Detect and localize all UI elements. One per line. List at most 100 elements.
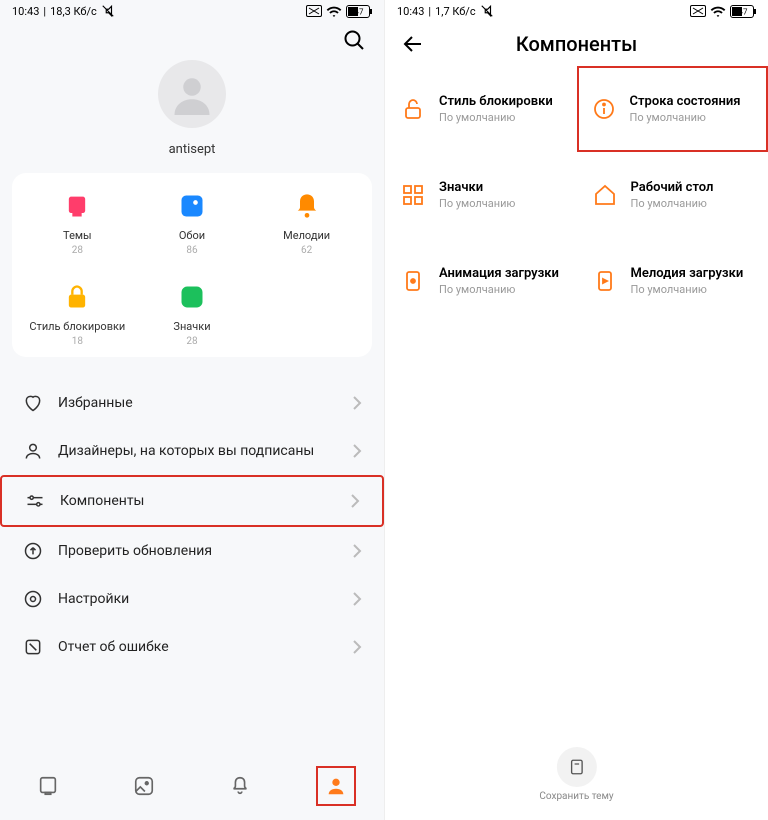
chevron-right-icon xyxy=(350,494,360,508)
menu-item-sliders[interactable]: Компоненты xyxy=(0,475,384,527)
asset-count: 28 xyxy=(72,245,83,256)
components-grid: Стиль блокировки По умолчанию Строка сос… xyxy=(385,66,768,324)
asset-label: Темы xyxy=(63,229,92,242)
profile-section: antisept xyxy=(0,52,384,173)
assets-card: Темы 28 Обои 86 Мелодии 62 Стиль блокиро… xyxy=(12,173,372,357)
save-theme-button[interactable]: Сохранить тему xyxy=(539,747,613,802)
themes-icon xyxy=(62,191,92,221)
component-item-bootsound[interactable]: Мелодия загрузки По умолчанию xyxy=(577,238,768,324)
component-label: Стиль блокировки xyxy=(439,94,553,109)
battery-icon: 47 xyxy=(346,5,372,18)
chevron-right-icon xyxy=(352,640,362,654)
component-item-lock2[interactable]: Стиль блокировки По умолчанию xyxy=(385,66,577,152)
wifi-icon xyxy=(710,5,726,17)
asset-item-themes[interactable]: Темы 28 xyxy=(20,191,135,256)
menu-label: Компоненты xyxy=(60,493,350,509)
asset-label: Значки xyxy=(173,320,210,333)
no-sim-icon xyxy=(690,5,706,17)
status-bar: 10:43 | 18,3 Кб/с 47 xyxy=(0,0,384,22)
component-label: Мелодия загрузки xyxy=(631,266,744,281)
component-item-boot[interactable]: Анимация загрузки По умолчанию xyxy=(385,238,577,324)
lock2-icon xyxy=(399,95,427,123)
report-icon xyxy=(22,637,44,657)
status-speed: 18,3 Кб/с xyxy=(50,5,97,18)
username[interactable]: antisept xyxy=(169,142,216,157)
nav-ringtones[interactable] xyxy=(220,766,260,806)
home-icon xyxy=(591,181,619,209)
person-icon xyxy=(22,441,44,461)
asset-item-icons[interactable]: Значки 28 xyxy=(135,282,250,347)
ringtone-icon xyxy=(292,191,322,221)
update-icon xyxy=(22,541,44,561)
avatar[interactable] xyxy=(158,60,226,128)
component-label: Анимация загрузки xyxy=(439,266,559,281)
nav-wallpaper[interactable] xyxy=(124,766,164,806)
asset-label: Обои xyxy=(179,229,205,242)
chevron-right-icon xyxy=(352,544,362,558)
asset-count: 18 xyxy=(72,336,83,347)
components-screen: 10:43 | 1,7 Кб/с 47 Компоненты Стиль бло… xyxy=(384,0,768,820)
svg-text:47: 47 xyxy=(355,7,364,16)
component-item-home[interactable]: Рабочий стол По умолчанию xyxy=(577,152,768,238)
menu-item-heart[interactable]: Избранные xyxy=(0,379,384,427)
component-label: Рабочий стол xyxy=(631,180,714,195)
info-icon xyxy=(590,95,618,123)
component-sub: По умолчанию xyxy=(631,197,714,210)
lock-icon xyxy=(62,282,92,312)
component-sub: По умолчанию xyxy=(630,111,741,124)
status-time: 10:43 xyxy=(397,5,424,18)
wifi-icon xyxy=(326,5,342,17)
asset-item-wallpaper[interactable]: Обои 86 xyxy=(135,191,250,256)
menu-label: Дизайнеры, на которых вы подписаны xyxy=(58,443,352,459)
nav-themes[interactable] xyxy=(28,766,68,806)
component-sub: По умолчанию xyxy=(631,283,744,296)
grid4-icon xyxy=(399,181,427,209)
save-label: Сохранить тему xyxy=(539,791,613,802)
mute-icon xyxy=(101,4,115,18)
battery-icon: 47 xyxy=(730,5,756,18)
sliders-icon xyxy=(24,491,46,511)
bottom-nav xyxy=(0,762,384,810)
asset-count: 86 xyxy=(186,245,197,256)
asset-item-lock[interactable]: Стиль блокировки 18 xyxy=(20,282,135,347)
profile-screen: 10:43 | 18,3 Кб/с 47 antisept Темы 28 Об… xyxy=(0,0,384,820)
chevron-right-icon xyxy=(352,592,362,606)
menu-item-settings[interactable]: Настройки xyxy=(0,575,384,623)
menu-label: Отчет об ошибке xyxy=(58,639,352,655)
component-label: Строка состояния xyxy=(630,94,741,109)
menu-item-person[interactable]: Дизайнеры, на которых вы подписаны xyxy=(0,427,384,475)
status-time: 10:43 xyxy=(12,5,39,18)
bootsound-icon xyxy=(591,267,619,295)
menu-label: Избранные xyxy=(58,395,352,411)
component-sub: По умолчанию xyxy=(439,283,559,296)
component-item-grid4[interactable]: Значки По умолчанию xyxy=(385,152,577,238)
chevron-right-icon xyxy=(352,396,362,410)
asset-label: Мелодии xyxy=(283,229,330,242)
asset-item-ringtone[interactable]: Мелодии 62 xyxy=(249,191,364,256)
component-sub: По умолчанию xyxy=(439,111,553,124)
search-icon[interactable] xyxy=(342,28,366,52)
component-sub: По умолчанию xyxy=(439,197,515,210)
menu-item-update[interactable]: Проверить обновления xyxy=(0,527,384,575)
menu-label: Проверить обновления xyxy=(58,543,352,559)
status-bar: 10:43 | 1,7 Кб/с 47 xyxy=(385,0,768,22)
header: Компоненты xyxy=(385,22,768,66)
icons-icon xyxy=(177,282,207,312)
component-label: Значки xyxy=(439,180,515,195)
menu-list: Избранные Дизайнеры, на которых вы подпи… xyxy=(0,379,384,671)
asset-count: 28 xyxy=(186,336,197,347)
menu-label: Настройки xyxy=(58,591,352,607)
menu-item-report[interactable]: Отчет об ошибке xyxy=(0,623,384,671)
asset-label: Стиль блокировки xyxy=(29,320,125,333)
back-icon[interactable] xyxy=(401,32,425,56)
nav-profile[interactable] xyxy=(316,766,356,806)
no-sim-icon xyxy=(306,5,322,17)
page-title: Компоненты xyxy=(425,32,728,56)
boot-icon xyxy=(399,267,427,295)
mute-icon xyxy=(480,4,494,18)
heart-icon xyxy=(22,393,44,413)
settings-icon xyxy=(22,589,44,609)
component-item-info[interactable]: Строка состояния По умолчанию xyxy=(577,66,768,152)
status-speed: 1,7 Кб/с xyxy=(435,5,476,18)
asset-count: 62 xyxy=(301,245,312,256)
